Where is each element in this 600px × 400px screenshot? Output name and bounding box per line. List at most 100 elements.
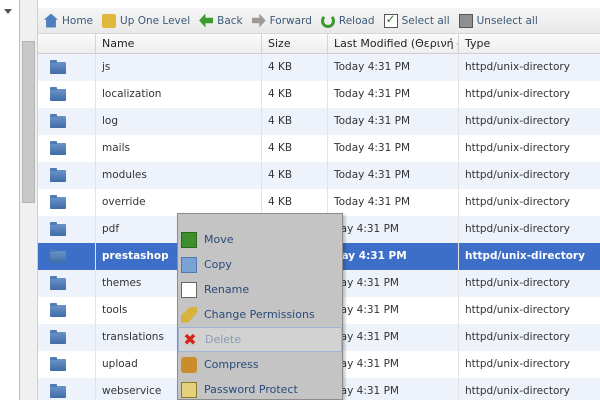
select-all-label: Select all — [401, 14, 450, 27]
move-menu-item[interactable]: Move — [178, 227, 342, 252]
directory-tree-panel[interactable] — [0, 0, 20, 400]
folder-icon-cell — [38, 297, 96, 324]
key-icon — [181, 306, 197, 323]
file-modified: day 4:31 PM — [328, 270, 459, 297]
folder-icon — [50, 330, 66, 344]
folder-up-icon — [102, 13, 117, 28]
password-protect-menu-item[interactable]: Password Protect — [178, 377, 342, 400]
delete-label: Delete — [205, 333, 242, 346]
table-row[interactable]: modules 4 KB Today 4:31 PM httpd/unix-direc… — [38, 162, 600, 189]
file-type: httpd/unix-directory — [465, 385, 570, 397]
size-column-header[interactable]: Size — [262, 34, 328, 53]
file-modified: day 4:31 PM — [328, 216, 459, 243]
folder-icon-cell — [38, 189, 96, 216]
forward-label: Forward — [269, 14, 312, 27]
rename-icon — [181, 281, 197, 298]
file-type: httpd/unix-directory — [465, 88, 570, 100]
table-row[interactable]: mails 4 KB Today 4:31 PM httpd/unix-directo… — [38, 135, 600, 162]
file-modified: Today 4:31 PM — [328, 189, 459, 216]
reload-label: Reload — [338, 14, 375, 27]
home-icon — [44, 13, 58, 28]
change-permissions-menu-item[interactable]: Change Permissions — [178, 302, 342, 327]
file-type: httpd/unix-directory — [465, 250, 585, 262]
folder-icon-cell — [38, 351, 96, 378]
folder-icon — [50, 195, 66, 209]
context-menu: Move Copy Rename Change Permissions ✖ De… — [177, 213, 343, 400]
back-button[interactable]: Back — [199, 13, 243, 28]
folder-icon — [50, 384, 66, 398]
scrollbar-thumb[interactable] — [22, 41, 35, 203]
file-type: httpd/unix-directory — [465, 358, 570, 370]
move-icon — [181, 231, 197, 248]
file-modified: day 4:31 PM — [328, 351, 459, 378]
chevron-down-icon[interactable] — [4, 9, 12, 14]
forward-button[interactable]: Forward — [251, 13, 312, 28]
rename-label: Rename — [204, 283, 250, 296]
folder-icon-cell — [38, 162, 96, 189]
file-modified: day 4:31 PM — [328, 297, 459, 324]
file-size: 4 KB — [262, 189, 328, 216]
folder-icon — [50, 222, 66, 236]
folder-icon-cell — [38, 270, 96, 297]
file-type: httpd/unix-directory — [465, 331, 570, 343]
folder-icon-cell — [38, 81, 96, 108]
home-button[interactable]: Home — [44, 13, 93, 28]
file-name: js — [96, 54, 262, 81]
up-one-level-button[interactable]: Up One Level — [102, 13, 190, 28]
file-modified: Today 4:31 PM — [328, 162, 459, 189]
arrow-right-icon — [251, 13, 266, 28]
folder-icon — [50, 141, 66, 155]
folder-icon-cell — [38, 216, 96, 243]
file-type: httpd/unix-directory — [465, 115, 570, 127]
file-name: modules — [96, 162, 262, 189]
folder-icon — [50, 357, 66, 371]
delete-menu-item[interactable]: ✖ Delete — [178, 327, 342, 352]
folder-icon-cell — [38, 324, 96, 351]
file-name: log — [96, 108, 262, 135]
file-modified: day 4:31 PM — [328, 378, 459, 400]
unchecked-checkbox-icon — [458, 13, 473, 28]
rename-menu-item[interactable]: Rename — [178, 277, 342, 302]
table-row[interactable]: js 4 KB Today 4:31 PM httpd/unix-directory — [38, 54, 600, 81]
file-modified: day 4:31 PM — [328, 243, 459, 270]
checked-checkbox-icon — [383, 12, 398, 28]
change-permissions-label: Change Permissions — [204, 308, 315, 321]
folder-icon — [50, 168, 66, 182]
type-column-header[interactable]: Type — [459, 34, 600, 53]
file-name: override — [96, 189, 262, 216]
table-row[interactable]: override 4 KB Today 4:31 PM httpd/unix-dire… — [38, 189, 600, 216]
file-modified: Today 4:31 PM — [328, 81, 459, 108]
scrollbar[interactable] — [20, 0, 38, 400]
copy-icon — [181, 256, 197, 273]
folder-icon — [50, 276, 66, 290]
file-type: httpd/unix-directory — [465, 169, 570, 181]
reload-icon — [320, 13, 335, 28]
file-type: httpd/unix-directory — [465, 277, 570, 289]
toolbar: Home Up One Level Back Forward Reload Se… — [38, 8, 600, 34]
select-all-button[interactable]: Select all — [383, 12, 450, 28]
modified-column-header[interactable]: Last Modified (Θερινή ώρ — [328, 34, 459, 53]
file-type: httpd/unix-directory — [465, 61, 570, 73]
name-column-header[interactable]: Name — [96, 34, 262, 53]
copy-label: Copy — [204, 258, 232, 271]
unselect-all-button[interactable]: Unselect all — [458, 13, 538, 28]
file-modified: day 4:31 PM — [328, 324, 459, 351]
file-size: 4 KB — [262, 135, 328, 162]
unselect-all-label: Unselect all — [476, 14, 538, 27]
file-size: 4 KB — [262, 81, 328, 108]
file-size: 4 KB — [262, 162, 328, 189]
compress-menu-item[interactable]: Compress — [178, 352, 342, 377]
file-type: httpd/unix-directory — [465, 142, 570, 154]
table-row[interactable]: log 4 KB Today 4:31 PM httpd/unix-directory — [38, 108, 600, 135]
file-size: 4 KB — [262, 108, 328, 135]
move-label: Move — [204, 233, 234, 246]
folder-icon-cell — [38, 243, 96, 270]
lock-icon — [181, 381, 197, 398]
folder-icon — [50, 114, 66, 128]
table-row[interactable]: localization 4 KB Today 4:31 PM httpd/unix-… — [38, 81, 600, 108]
table-header: Name Size Last Modified (Θερινή ώρ Type — [38, 34, 600, 54]
copy-menu-item[interactable]: Copy — [178, 252, 342, 277]
compress-label: Compress — [204, 358, 259, 371]
reload-button[interactable]: Reload — [320, 13, 375, 28]
file-size: 4 KB — [262, 54, 328, 81]
